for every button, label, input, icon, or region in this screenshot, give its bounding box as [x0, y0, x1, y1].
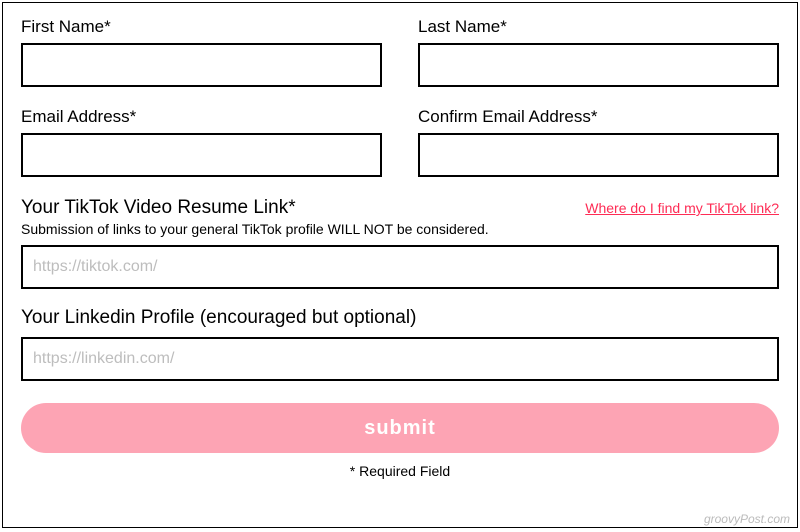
email-input[interactable]: [21, 133, 382, 177]
name-row: First Name* Last Name*: [21, 17, 779, 87]
tiktok-help-link[interactable]: Where do I find my TikTok link?: [585, 200, 779, 216]
tiktok-input[interactable]: [21, 245, 779, 289]
tiktok-label: Your TikTok Video Resume Link*: [21, 197, 296, 219]
confirm-email-label: Confirm Email Address*: [418, 107, 779, 127]
first-name-field: First Name*: [21, 17, 382, 87]
email-field: Email Address*: [21, 107, 382, 177]
linkedin-label: Your Linkedin Profile (encouraged but op…: [21, 307, 779, 329]
watermark: groovyPost.com: [704, 512, 790, 526]
form-container: First Name* Last Name* Email Address* Co…: [2, 2, 798, 528]
confirm-email-field: Confirm Email Address*: [418, 107, 779, 177]
required-field-note: * Required Field: [21, 463, 779, 479]
first-name-label: First Name*: [21, 17, 382, 37]
tiktok-field: Your TikTok Video Resume Link* Where do …: [21, 197, 779, 289]
confirm-email-input[interactable]: [418, 133, 779, 177]
linkedin-field: Your Linkedin Profile (encouraged but op…: [21, 307, 779, 381]
last-name-label: Last Name*: [418, 17, 779, 37]
tiktok-subtext: Submission of links to your general TikT…: [21, 221, 779, 237]
first-name-input[interactable]: [21, 43, 382, 87]
email-label: Email Address*: [21, 107, 382, 127]
linkedin-input[interactable]: [21, 337, 779, 381]
submit-button[interactable]: submit: [21, 403, 779, 453]
last-name-field: Last Name*: [418, 17, 779, 87]
last-name-input[interactable]: [418, 43, 779, 87]
tiktok-header: Your TikTok Video Resume Link* Where do …: [21, 197, 779, 219]
email-row: Email Address* Confirm Email Address*: [21, 107, 779, 177]
